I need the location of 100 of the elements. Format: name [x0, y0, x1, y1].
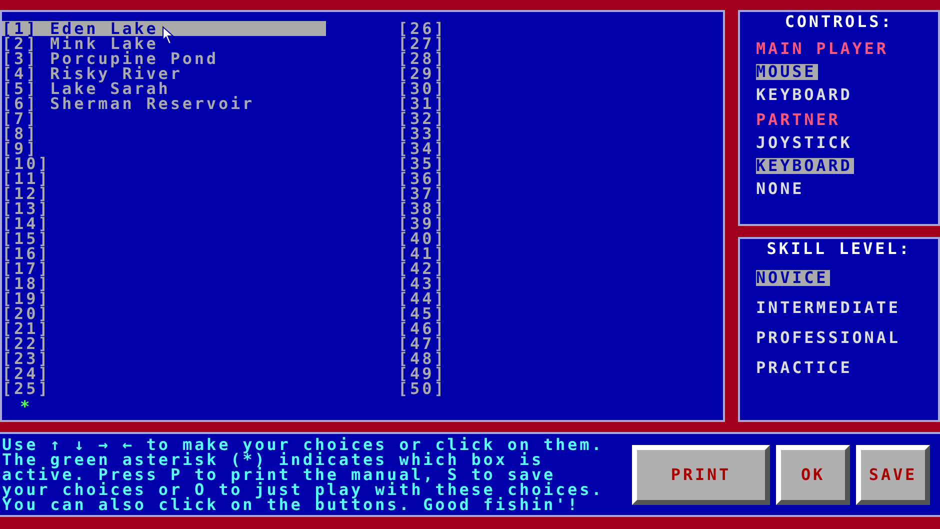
lake-row[interactable]: [35]: [398, 156, 722, 171]
lake-number: [14]: [2, 216, 50, 231]
lake-row[interactable]: [22]: [2, 336, 326, 351]
option[interactable]: MOUSE: [756, 64, 818, 80]
lake-number: [30]: [398, 81, 446, 96]
lake-number: [43]: [398, 276, 446, 291]
lake-row[interactable]: [50]: [398, 381, 722, 396]
option[interactable]: PROFESSIONAL: [756, 330, 902, 346]
lake-row[interactable]: [42]: [398, 261, 722, 276]
action-button[interactable]: SAVE: [856, 444, 930, 504]
lake-row[interactable]: [10]: [2, 156, 326, 171]
lake-number: [2]: [2, 36, 40, 51]
help-text: You can also click on the buttons. Good fishin'!: [2, 497, 580, 512]
lake-row[interactable]: [32]: [398, 111, 722, 126]
lake-row[interactable]: [7]: [2, 111, 326, 126]
lake-number: [26]: [398, 21, 446, 36]
lake-row[interactable]: [43]: [398, 276, 722, 291]
lake-name: Risky River: [50, 66, 182, 81]
lake-row[interactable]: [21]: [2, 321, 326, 336]
lake-row[interactable]: [46]: [398, 321, 722, 336]
lake-row[interactable]: [48]: [398, 351, 722, 366]
lake-number: [21]: [2, 321, 50, 336]
lake-number: [3]: [2, 51, 40, 66]
lake-row[interactable]: [12]: [2, 186, 326, 201]
option[interactable]: INTERMEDIATE: [756, 300, 902, 316]
lake-row[interactable]: [20]: [2, 306, 326, 321]
lake-row[interactable]: [26]: [398, 21, 722, 36]
lake-number: [13]: [2, 201, 50, 216]
lake-number: [27]: [398, 36, 446, 51]
lake-row[interactable]: [15]: [2, 231, 326, 246]
action-button[interactable]: OK: [776, 444, 850, 504]
lake-row[interactable]: [19]: [2, 291, 326, 306]
lake-row[interactable]: [29]: [398, 66, 722, 81]
lake-name: Porcupine Pond: [50, 51, 218, 66]
lake-row[interactable]: [45]: [398, 306, 722, 321]
lake-row[interactable]: [49]: [398, 366, 722, 381]
lake-row[interactable]: [33]: [398, 126, 722, 141]
lake-row[interactable]: [31]: [398, 96, 722, 111]
lake-number: [37]: [398, 186, 446, 201]
lake-row[interactable]: [23]: [2, 351, 326, 366]
lake-row[interactable]: [9]: [2, 141, 326, 156]
lake-row[interactable]: [2] Mink Lake: [2, 36, 326, 51]
panel-title: CONTROLS:: [784, 14, 894, 29]
lake-row[interactable]: [14]: [2, 216, 326, 231]
option[interactable]: KEYBOARD: [756, 87, 854, 103]
lake-number: [35]: [398, 156, 446, 171]
lake-number: [25]: [2, 381, 50, 396]
lake-number: [8]: [2, 126, 40, 141]
option[interactable]: NOVICE: [756, 270, 830, 286]
lake-number: [16]: [2, 246, 50, 261]
lake-number: [50]: [398, 381, 446, 396]
lake-name: Sherman Reservoir: [50, 96, 255, 111]
option[interactable]: NONE: [756, 181, 806, 197]
option[interactable]: KEYBOARD: [756, 158, 854, 174]
lake-row[interactable]: [6] Sherman Reservoir: [2, 96, 326, 111]
lake-number: [24]: [2, 366, 50, 381]
lake-number: [11]: [2, 171, 50, 186]
lake-row[interactable]: [8]: [2, 126, 326, 141]
lake-row[interactable]: [28]: [398, 51, 722, 66]
lake-row[interactable]: [18]: [2, 276, 326, 291]
lake-row[interactable]: [39]: [398, 216, 722, 231]
lake-row[interactable]: [30]: [398, 81, 722, 96]
lake-number: [6]: [2, 96, 40, 111]
lake-row[interactable]: [13]: [2, 201, 326, 216]
help-text: your choices or O to just play with these choices.: [2, 482, 604, 497]
lake-row[interactable]: [24]: [2, 366, 326, 381]
action-button[interactable]: PRINT: [632, 444, 770, 504]
lake-row[interactable]: [1] Eden Lake: [2, 21, 326, 36]
lake-number: [9]: [2, 141, 38, 156]
option[interactable]: PRACTICE: [756, 360, 854, 376]
help-text: active. Press P to print the manual, S to save: [2, 467, 556, 482]
mouse-pointer-icon: [162, 26, 176, 46]
lake-row[interactable]: [38]: [398, 201, 722, 216]
lake-row[interactable]: [17]: [2, 261, 326, 276]
lake-row[interactable]: [3] Porcupine Pond: [2, 51, 326, 66]
lake-number: [4]: [2, 66, 40, 81]
lake-row[interactable]: [47]: [398, 336, 722, 351]
lake-number: [40]: [398, 231, 446, 246]
lake-row[interactable]: [27]: [398, 36, 722, 51]
group-heading: MAIN PLAYER: [756, 41, 890, 57]
lake-row[interactable]: [37]: [398, 186, 722, 201]
lake-number: [5]: [2, 81, 40, 96]
lake-row[interactable]: [44]: [398, 291, 722, 306]
lake-number: [41]: [398, 246, 446, 261]
lake-row[interactable]: [40]: [398, 231, 722, 246]
lake-number: [23]: [2, 351, 50, 366]
lake-number: [15]: [2, 231, 50, 246]
lake-row[interactable]: [4] Risky River: [2, 66, 326, 81]
lake-number: [29]: [398, 66, 446, 81]
lake-number: [10]: [2, 156, 50, 171]
lake-row[interactable]: [25]: [2, 381, 326, 396]
lake-row[interactable]: [34]: [398, 141, 722, 156]
lake-row[interactable]: [16]: [2, 246, 326, 261]
option[interactable]: JOYSTICK: [756, 135, 854, 151]
lake-number: [47]: [398, 336, 446, 351]
lake-row[interactable]: [11]: [2, 171, 326, 186]
lake-row[interactable]: [36]: [398, 171, 722, 186]
lake-number: [17]: [2, 261, 50, 276]
lake-row[interactable]: [5] Lake Sarah: [2, 81, 326, 96]
lake-row[interactable]: [41]: [398, 246, 722, 261]
